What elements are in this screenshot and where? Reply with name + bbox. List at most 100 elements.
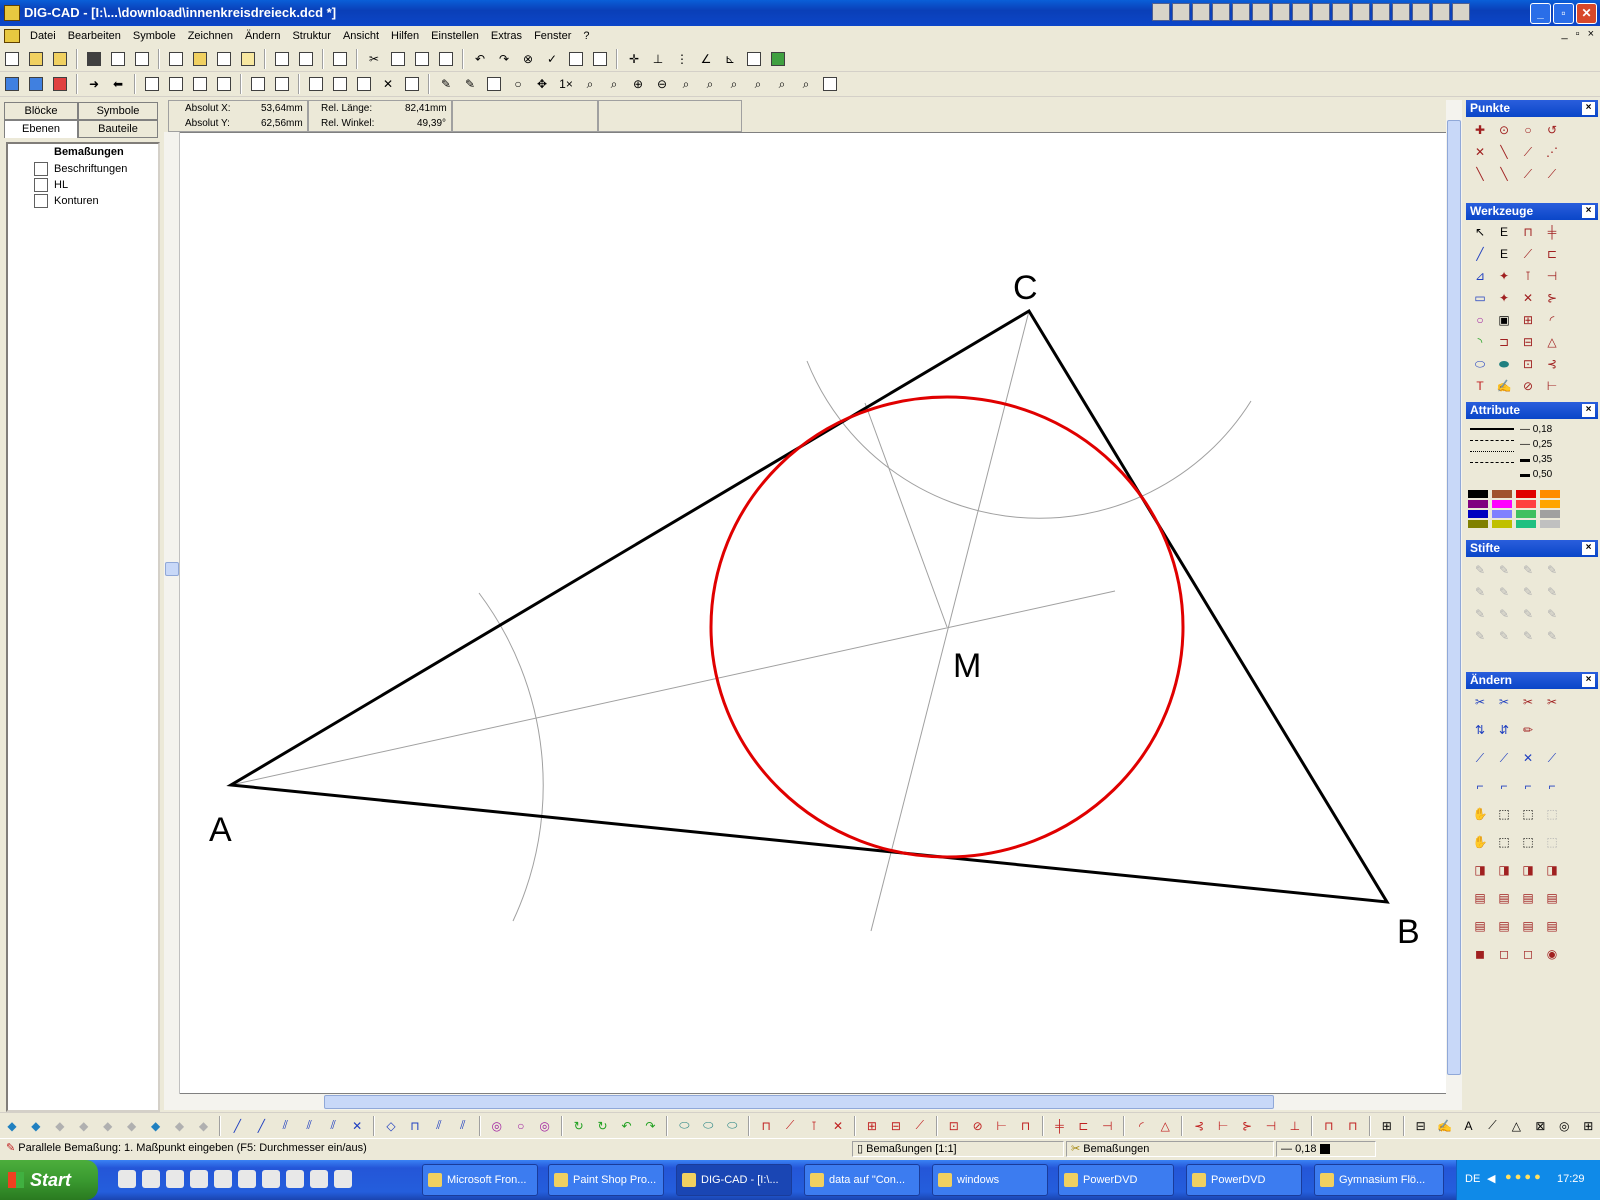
modify-21-icon[interactable]: ✋: [1470, 832, 1490, 852]
point-tool-9-icon[interactable]: ╲: [1470, 164, 1490, 184]
misc-b-icon[interactable]: ⊟: [1410, 1116, 1432, 1136]
taskbar-item-gymnasium[interactable]: Gymnasium Flö...: [1314, 1164, 1444, 1196]
plot-icon[interactable]: [329, 49, 351, 69]
linetype-list[interactable]: [1470, 422, 1514, 484]
point-tool-6-icon[interactable]: ╲: [1494, 142, 1514, 162]
arc-c-icon[interactable]: ↶: [616, 1116, 638, 1136]
3d-box-4-icon[interactable]: ◆: [73, 1116, 95, 1136]
pen-1-icon[interactable]: ✎: [1470, 560, 1490, 580]
hatch-tool-icon[interactable]: ⬬: [1494, 354, 1514, 374]
circle-a-icon[interactable]: ◎: [486, 1116, 508, 1136]
pen-4-icon[interactable]: ✎: [1542, 560, 1562, 580]
modify-13-icon[interactable]: ⌐: [1470, 776, 1490, 796]
dim-tool-7-icon[interactable]: ✕: [1518, 288, 1538, 308]
modify-12-icon[interactable]: ⟋: [1542, 748, 1562, 768]
zoom-next-icon[interactable]: ⌕: [699, 74, 721, 94]
panel-werkzeuge-close-icon[interactable]: ×: [1582, 205, 1595, 218]
quicklaunch-6-icon[interactable]: [238, 1170, 256, 1188]
save-all-icon[interactable]: [131, 49, 153, 69]
undo-icon[interactable]: ↶: [469, 49, 491, 69]
color-swatch-16[interactable]: [1540, 520, 1560, 528]
redo-icon[interactable]: ↷: [493, 49, 515, 69]
modify-37-icon[interactable]: ◼: [1470, 944, 1490, 964]
quicklaunch-10-icon[interactable]: [334, 1170, 352, 1188]
pen-5-icon[interactable]: ✎: [1470, 582, 1490, 602]
pen-3-icon[interactable]: ✎: [1518, 560, 1538, 580]
modify-4-icon[interactable]: ✂: [1542, 692, 1562, 712]
crosshair-icon[interactable]: ✛: [623, 49, 645, 69]
clock[interactable]: 17:29: [1557, 1173, 1585, 1185]
tab-bloecke[interactable]: Blöcke: [4, 102, 78, 120]
circle-b-icon[interactable]: ○: [510, 1116, 532, 1136]
new-file-icon[interactable]: [1, 49, 23, 69]
mdi-minimize-button[interactable]: _: [1562, 28, 1568, 40]
rows-icon[interactable]: [165, 74, 187, 94]
modify-34-icon[interactable]: ▤: [1494, 916, 1514, 936]
edit1-tool-icon[interactable]: E: [1494, 222, 1514, 242]
modify-9-icon[interactable]: ⟋: [1470, 748, 1490, 768]
color-swatch-8[interactable]: [1540, 500, 1560, 508]
modify-11-icon[interactable]: ✕: [1518, 748, 1538, 768]
redraw-icon[interactable]: [819, 74, 841, 94]
zoom-1x-icon[interactable]: 1×: [555, 74, 577, 94]
mdi-close-button[interactable]: ×: [1588, 28, 1594, 40]
dim-p-icon[interactable]: △: [1154, 1116, 1176, 1136]
dim-a-icon[interactable]: ⊓: [755, 1116, 777, 1136]
tree-icon[interactable]: [767, 49, 789, 69]
menu-fenster[interactable]: Fenster: [528, 30, 577, 42]
taskbar-item-frontpage[interactable]: Microsoft Fron...: [422, 1164, 538, 1196]
tab-bauteile[interactable]: Bauteile: [78, 120, 158, 138]
menu-ansicht[interactable]: Ansicht: [337, 30, 385, 42]
quicklaunch-8-icon[interactable]: [286, 1170, 304, 1188]
modify-1-icon[interactable]: ✂: [1470, 692, 1490, 712]
linewidth-050[interactable]: ▬ 0,50: [1520, 467, 1596, 482]
layer-item-bemassungen[interactable]: Bemaßungen: [34, 146, 124, 158]
quicklaunch-4-icon[interactable]: [190, 1170, 208, 1188]
panel-stifte-close-icon[interactable]: ×: [1582, 542, 1595, 555]
dim-m-icon[interactable]: ⊏: [1072, 1116, 1094, 1136]
modify-3-icon[interactable]: ✂: [1518, 692, 1538, 712]
arc-a-icon[interactable]: ↻: [568, 1116, 590, 1136]
snap2-tool-icon[interactable]: ✦: [1494, 288, 1514, 308]
pen-15-icon[interactable]: ✎: [1518, 626, 1538, 646]
modify-38-icon[interactable]: ◻: [1494, 944, 1514, 964]
print-icon[interactable]: [271, 49, 293, 69]
point-tool-1-icon[interactable]: ✚: [1470, 120, 1490, 140]
axes-icon[interactable]: ⊥: [647, 49, 669, 69]
color-swatch-10[interactable]: [1492, 510, 1512, 518]
view2-icon[interactable]: [329, 74, 351, 94]
dim-tool-10-icon[interactable]: ◜: [1542, 310, 1562, 330]
dim-e-icon[interactable]: ⊞: [861, 1116, 883, 1136]
zoom-c-icon[interactable]: ⌕: [771, 74, 793, 94]
pen-16-icon[interactable]: ✎: [1542, 626, 1562, 646]
dim-tool-14-icon[interactable]: ⊡: [1518, 354, 1538, 374]
menu-symbole[interactable]: Symbole: [127, 30, 182, 42]
circle-c-icon[interactable]: ◎: [534, 1116, 556, 1136]
circle-tool-icon[interactable]: ○: [1470, 310, 1490, 330]
ellipse-b-icon[interactable]: ⬭: [697, 1116, 719, 1136]
modify-31-icon[interactable]: ▤: [1518, 888, 1538, 908]
color-swatch-4[interactable]: [1540, 490, 1560, 498]
point-tool-3-icon[interactable]: ○: [1518, 120, 1538, 140]
layer-icon[interactable]: [743, 49, 765, 69]
image-tool-icon[interactable]: ▣: [1494, 310, 1514, 330]
point-tool-10-icon[interactable]: ╲: [1494, 164, 1514, 184]
language-indicator[interactable]: DE: [1465, 1173, 1480, 1185]
list-icon[interactable]: [213, 74, 235, 94]
keyboard-icon[interactable]: [401, 74, 423, 94]
dim-tool-11-icon[interactable]: ⊐: [1494, 332, 1514, 352]
layer-del-icon[interactable]: [49, 74, 71, 94]
document-icon[interactable]: [4, 29, 20, 43]
3d-box-8-icon[interactable]: ◆: [169, 1116, 191, 1136]
modify-33-icon[interactable]: ▤: [1470, 916, 1490, 936]
angle-icon[interactable]: ∠: [695, 49, 717, 69]
shape-b-icon[interactable]: ⊓: [404, 1116, 426, 1136]
text-tool-icon[interactable]: T: [1470, 376, 1490, 396]
pen-icon[interactable]: ✎: [435, 74, 457, 94]
modify-35-icon[interactable]: ▤: [1518, 916, 1538, 936]
ellipse-a-icon[interactable]: ⬭: [673, 1116, 695, 1136]
modify-20-icon[interactable]: ⬚: [1542, 804, 1562, 824]
export-icon[interactable]: [213, 49, 235, 69]
pen-9-icon[interactable]: ✎: [1470, 604, 1490, 624]
dim-tool-6-icon[interactable]: ⊣: [1542, 266, 1562, 286]
